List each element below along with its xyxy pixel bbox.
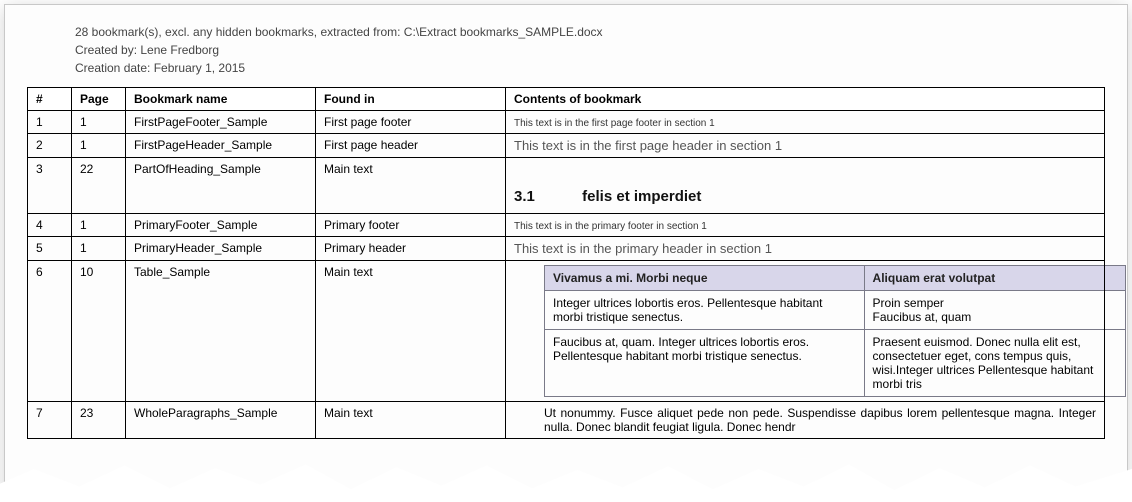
cell-num: 2 [28,134,72,158]
col-header-num: # [28,88,72,111]
table-row: 5 1 PrimaryHeader_Sample Primary header … [28,237,1105,261]
cell-contents: 3.1 felis et imperdiet [506,158,1105,214]
cell-num: 3 [28,158,72,214]
table-row: 1 1 FirstPageFooter_Sample First page fo… [28,111,1105,134]
cell-contents: Vivamus a mi. Morbi neque Aliquam erat v… [506,261,1105,402]
inner-table-header-row: Vivamus a mi. Morbi neque Aliquam erat v… [545,266,1126,291]
cell-contents: This text is in the primary header in se… [506,237,1105,261]
col-header-page: Page [72,88,126,111]
cell-found: Main text [316,261,506,402]
cell-found: Main text [316,158,506,214]
cell-found: Primary footer [316,214,506,237]
cell-found: First page footer [316,111,506,134]
cell-name: PartOfHeading_Sample [126,158,316,214]
cell-contents: Ut nonummy. Fusce aliquet pede non pede.… [506,402,1105,439]
heading-number: 3.1 [514,188,578,205]
inner-col-header-2: Aliquam erat volutpat [864,266,1125,291]
col-header-found: Found in [316,88,506,111]
meta-line-date: Creation date: February 1, 2015 [75,59,1105,77]
inner-table-row: Faucibus at, quam. Integer ultrices lobo… [545,330,1126,397]
meta-line-source: 28 bookmark(s), excl. any hidden bookmar… [75,23,1105,41]
cell-num: 4 [28,214,72,237]
document-frame: 28 bookmark(s), excl. any hidden bookmar… [4,4,1128,498]
cell-name: FirstPageHeader_Sample [126,134,316,158]
cell-found: Main text [316,402,506,439]
col-header-name: Bookmark name [126,88,316,111]
cell-name: WholeParagraphs_Sample [126,402,316,439]
bookmark-content-text: This text is in the first page header in… [514,138,782,153]
table-row: 6 10 Table_Sample Main text Vivamus a mi… [28,261,1105,402]
table-row: 4 1 PrimaryFooter_Sample Primary footer … [28,214,1105,237]
cell-page: 23 [72,402,126,439]
cell-page: 1 [72,214,126,237]
table-row: 2 1 FirstPageHeader_Sample First page he… [28,134,1105,158]
cell-page: 1 [72,237,126,261]
table-row: 7 23 WholeParagraphs_Sample Main text Ut… [28,402,1105,439]
cell-found: Primary header [316,237,506,261]
bookmark-content-text: This text is in the first page footer in… [514,118,715,129]
cell-num: 1 [28,111,72,134]
inner-cell: Integer ultrices lobortis eros. Pellente… [545,291,865,330]
col-header-contents: Contents of bookmark [506,88,1105,111]
bookmarks-table: # Page Bookmark name Found in Contents o… [27,87,1105,439]
inner-cell: Faucibus at, quam. Integer ultrices lobo… [545,330,865,397]
cell-found: First page header [316,134,506,158]
document-meta: 28 bookmark(s), excl. any hidden bookmar… [75,23,1105,77]
table-header-row: # Page Bookmark name Found in Contents o… [28,88,1105,111]
inner-table: Vivamus a mi. Morbi neque Aliquam erat v… [544,265,1126,397]
cell-name: PrimaryHeader_Sample [126,237,316,261]
inner-cell: Proin semper Faucibus at, quam [864,291,1125,330]
bookmark-content-text: This text is in the primary footer in se… [514,221,707,232]
inner-table-row: Integer ultrices lobortis eros. Pellente… [545,291,1126,330]
heading-text: felis et imperdiet [582,188,701,205]
cell-name: Table_Sample [126,261,316,402]
heading-3-1: 3.1 felis et imperdiet [514,162,1096,209]
cell-contents: This text is in the first page header in… [506,134,1105,158]
cell-contents: This text is in the first page footer in… [506,111,1105,134]
cell-name: FirstPageFooter_Sample [126,111,316,134]
cell-page: 10 [72,261,126,402]
cell-contents: This text is in the primary footer in se… [506,214,1105,237]
bookmark-content-text: This text is in the primary header in se… [514,241,772,256]
cell-num: 5 [28,237,72,261]
cell-page: 1 [72,134,126,158]
cell-name: PrimaryFooter_Sample [126,214,316,237]
cell-page: 1 [72,111,126,134]
table-row: 3 22 PartOfHeading_Sample Main text 3.1 … [28,158,1105,214]
bookmark-content-text: Ut nonummy. Fusce aliquet pede non pede.… [514,406,1096,434]
cell-page: 22 [72,158,126,214]
cell-num: 6 [28,261,72,402]
meta-line-author: Created by: Lene Fredborg [75,41,1105,59]
inner-col-header-1: Vivamus a mi. Morbi neque [545,266,865,291]
inner-cell: Praesent euismod. Donec nulla elit est, … [864,330,1125,397]
cell-num: 7 [28,402,72,439]
